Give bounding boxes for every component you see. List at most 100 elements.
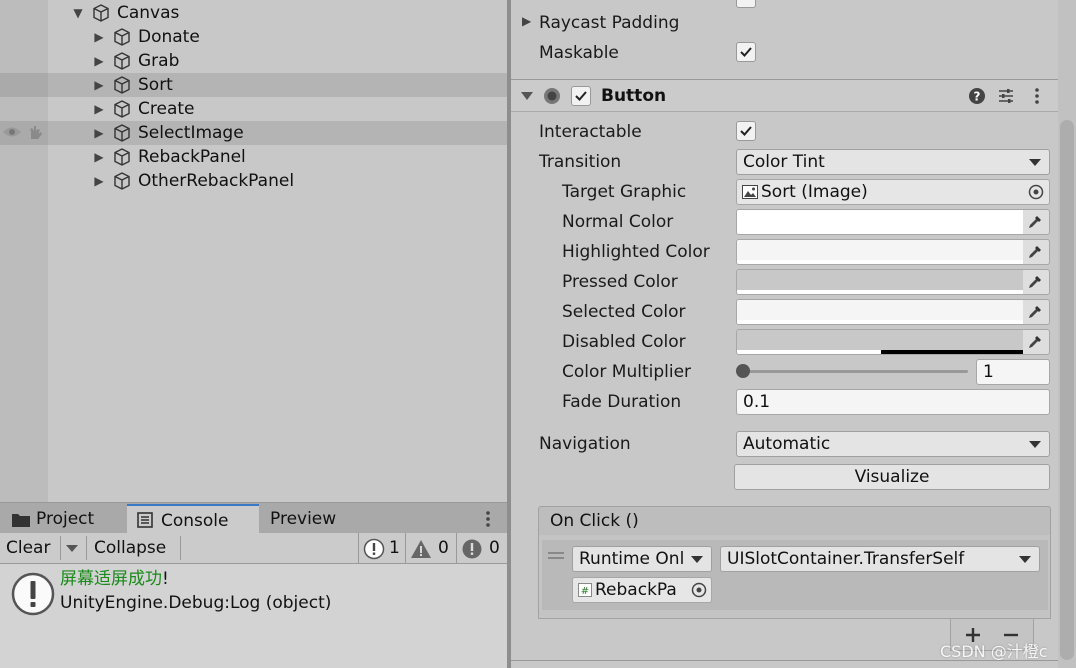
button-component-header[interactable]: Button ? [511, 80, 1058, 112]
tab-preview[interactable]: Preview [260, 504, 360, 534]
help-icon[interactable]: ? [968, 87, 986, 105]
info-count-toggle[interactable]: 1 [358, 533, 404, 563]
visibility-eye-icon[interactable] [2, 125, 22, 139]
collapse-arrow-icon[interactable]: ▶ [92, 53, 106, 69]
hierarchy-item-grab[interactable]: ▶ Grab [0, 49, 507, 73]
collapse-arrow-icon[interactable]: ▶ [92, 149, 106, 165]
navigation-dropdown[interactable]: Automatic [736, 431, 1050, 457]
expand-arrow-icon[interactable] [521, 92, 533, 100]
more-options-icon[interactable] [484, 510, 492, 528]
clear-button[interactable]: Clear [6, 533, 50, 563]
more-options-icon[interactable] [1033, 87, 1041, 105]
warning-count-toggle[interactable]: 0 [405, 533, 455, 563]
presets-icon[interactable] [997, 87, 1015, 105]
error-count: 0 [489, 538, 500, 558]
hierarchy-item-sort[interactable]: ▶ Sort [0, 73, 507, 97]
console-log-list: 屏幕适屏成功! UnityEngine.Debug:Log (object) [0, 564, 507, 668]
collapse-arrow-icon[interactable]: ▶ [92, 173, 106, 189]
raycast-padding-label[interactable]: Raycast Padding [539, 11, 679, 35]
tab-project[interactable]: Project [0, 504, 126, 534]
collapse-arrow-icon[interactable]: ▶ [522, 14, 531, 28]
chevron-down-icon [1019, 556, 1031, 563]
collapse-arrow-icon[interactable]: ▶ [92, 29, 106, 45]
highlighted-color-field[interactable] [736, 239, 1050, 265]
color-multiplier-input[interactable]: 1 [976, 359, 1050, 385]
transition-dropdown[interactable]: Color Tint [736, 149, 1050, 175]
hierarchy-item-canvas[interactable]: ▼ Canvas [0, 1, 507, 25]
eyedropper-icon[interactable] [1027, 244, 1043, 260]
interactable-label: Interactable [539, 122, 642, 142]
eyedropper-icon[interactable] [1027, 214, 1043, 230]
error-count-toggle[interactable]: 0 [456, 533, 507, 563]
maskable-checkbox[interactable] [736, 42, 756, 62]
collapse-arrow-icon[interactable]: ▶ [92, 125, 106, 141]
runtime-mode-dropdown[interactable]: Runtime Only [572, 546, 712, 572]
color-multiplier-slider-thumb[interactable] [736, 364, 750, 378]
warning-icon [411, 540, 431, 558]
inspector-scrollbar-thumb[interactable] [1060, 120, 1074, 660]
object-picker-icon[interactable] [691, 582, 707, 598]
folder-icon [12, 514, 30, 527]
gameobject-cube-icon [114, 76, 130, 94]
navigation-value: Automatic [743, 434, 831, 454]
drag-handle-icon[interactable] [548, 552, 564, 554]
onclick-listener-row[interactable]: Runtime Only UISlotContainer.TransferSel… [542, 540, 1048, 610]
object-picker-icon[interactable] [1028, 184, 1044, 200]
gameobject-cube-icon [114, 52, 130, 70]
svg-text:?: ? [974, 90, 981, 104]
warning-count: 0 [438, 538, 449, 558]
target-graphic-field[interactable]: Sort (Image) [736, 179, 1050, 205]
drag-handle-line [548, 557, 564, 559]
clear-options-dropdown-icon[interactable] [66, 545, 78, 552]
pickable-hand-icon[interactable] [26, 123, 44, 141]
button-component-icon [544, 88, 560, 104]
fade-duration-input[interactable]: 0.1 [736, 389, 1050, 415]
color-multiplier-slider-track[interactable] [742, 370, 968, 373]
tab-console[interactable]: Console [127, 504, 259, 534]
normal-color-field[interactable] [736, 209, 1050, 235]
target-object-field[interactable]: # RebackPa [572, 577, 712, 603]
hierarchy-item-rebackpanel[interactable]: ▶ RebackPanel [0, 145, 507, 169]
hierarchy-item-donate[interactable]: ▶ Donate [0, 25, 507, 49]
eyedropper-icon[interactable] [1027, 304, 1043, 320]
gameobject-cube-icon [114, 172, 130, 190]
color-multiplier-label: Color Multiplier [562, 362, 692, 382]
function-dropdown[interactable]: UISlotContainer.TransferSelf [720, 546, 1040, 572]
collapse-arrow-icon[interactable]: ▶ [92, 101, 106, 117]
alpha-bar [737, 320, 1023, 324]
hierarchy-item-otherrebackpanel[interactable]: ▶ OtherRebackPanel [0, 169, 507, 193]
hierarchy-item-create[interactable]: ▶ Create [0, 97, 507, 121]
alpha-bar [737, 290, 1023, 294]
collapse-arrow-icon[interactable]: ▶ [92, 77, 106, 93]
collapse-toggle[interactable]: Collapse [94, 533, 166, 563]
disabled-color-field[interactable] [736, 329, 1050, 355]
component-title: Button [601, 86, 667, 106]
visualize-button[interactable]: Visualize [734, 464, 1050, 490]
eyedropper-icon[interactable] [1027, 274, 1043, 290]
selected-color-field[interactable] [736, 299, 1050, 325]
navigation-label: Navigation [539, 434, 631, 454]
info-count: 1 [389, 538, 400, 558]
tab-label: Console [161, 511, 229, 531]
console-toolbar: Clear Collapse 1 0 0 [0, 533, 507, 564]
expand-arrow-icon[interactable]: ▼ [71, 5, 85, 21]
log-entry[interactable]: 屏幕适屏成功! UnityEngine.Debug:Log (object) [0, 566, 507, 618]
hierarchy-item-label: Grab [138, 51, 180, 71]
chevron-down-icon [1029, 159, 1041, 166]
hierarchy-item-selectimage[interactable]: ▶ SelectImage [0, 121, 507, 145]
divider [180, 536, 181, 560]
highlighted-color-label: Highlighted Color [562, 242, 710, 262]
alpha-level [881, 350, 1023, 354]
interactable-checkbox[interactable] [736, 121, 756, 141]
hierarchy-item-label: Create [138, 99, 195, 119]
normal-color-label: Normal Color [562, 212, 674, 232]
disabled-color-label: Disabled Color [562, 332, 686, 352]
row-gutter [0, 73, 48, 97]
button-enabled-checkbox[interactable] [571, 86, 591, 106]
eyedropper-icon[interactable] [1027, 334, 1043, 350]
error-icon [462, 539, 482, 559]
chevron-down-icon [1029, 441, 1041, 448]
pressed-color-field[interactable] [736, 269, 1050, 295]
raycast-target-checkbox[interactable] [736, 0, 756, 8]
info-log-icon [11, 572, 55, 616]
